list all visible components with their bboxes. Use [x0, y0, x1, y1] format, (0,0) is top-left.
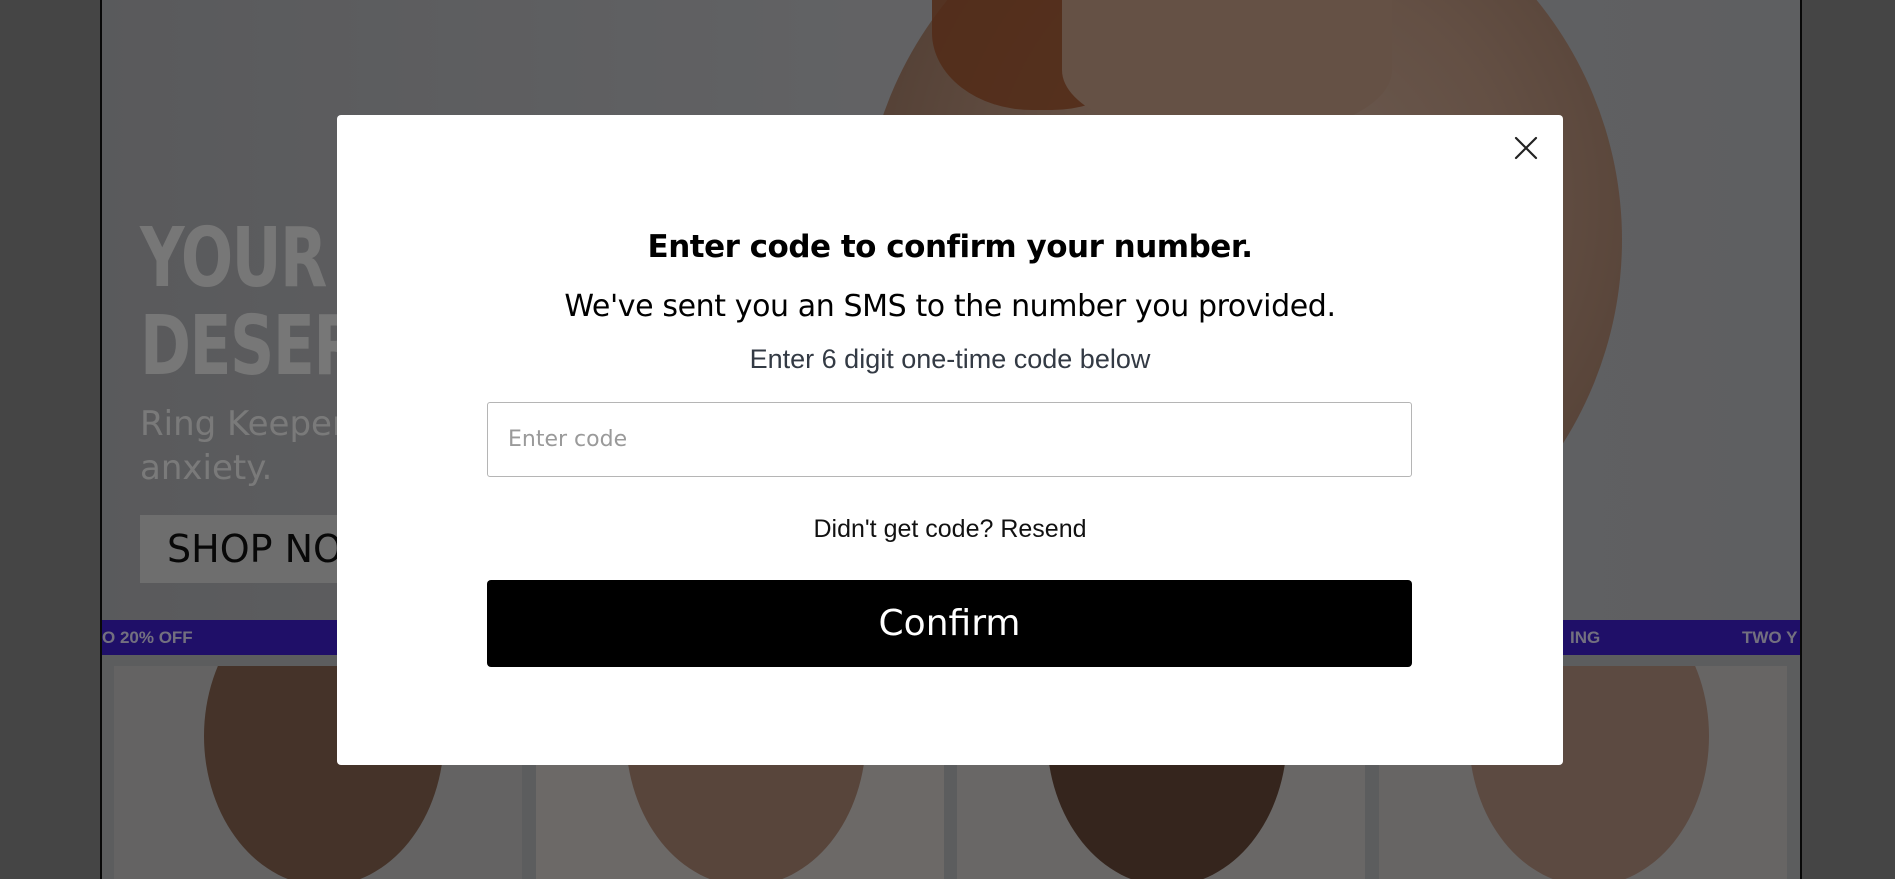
- resend-prefix: Didn't get code?: [813, 515, 994, 543]
- modal-subtitle: We've sent you an SMS to the number you …: [564, 289, 1336, 324]
- code-hint: Enter 6 digit one-time code below: [749, 344, 1151, 374]
- confirm-button[interactable]: Confirm: [487, 580, 1412, 667]
- modal-title: Enter code to confirm your number.: [647, 229, 1253, 265]
- resend-link[interactable]: Resend: [1000, 515, 1086, 543]
- sms-verification-modal: Enter code to confirm your number. We've…: [337, 115, 1563, 765]
- close-button[interactable]: [1509, 131, 1543, 165]
- resend-line: Didn't get code? Resend: [337, 515, 1563, 544]
- code-input[interactable]: [487, 402, 1412, 477]
- close-icon: [1514, 136, 1538, 160]
